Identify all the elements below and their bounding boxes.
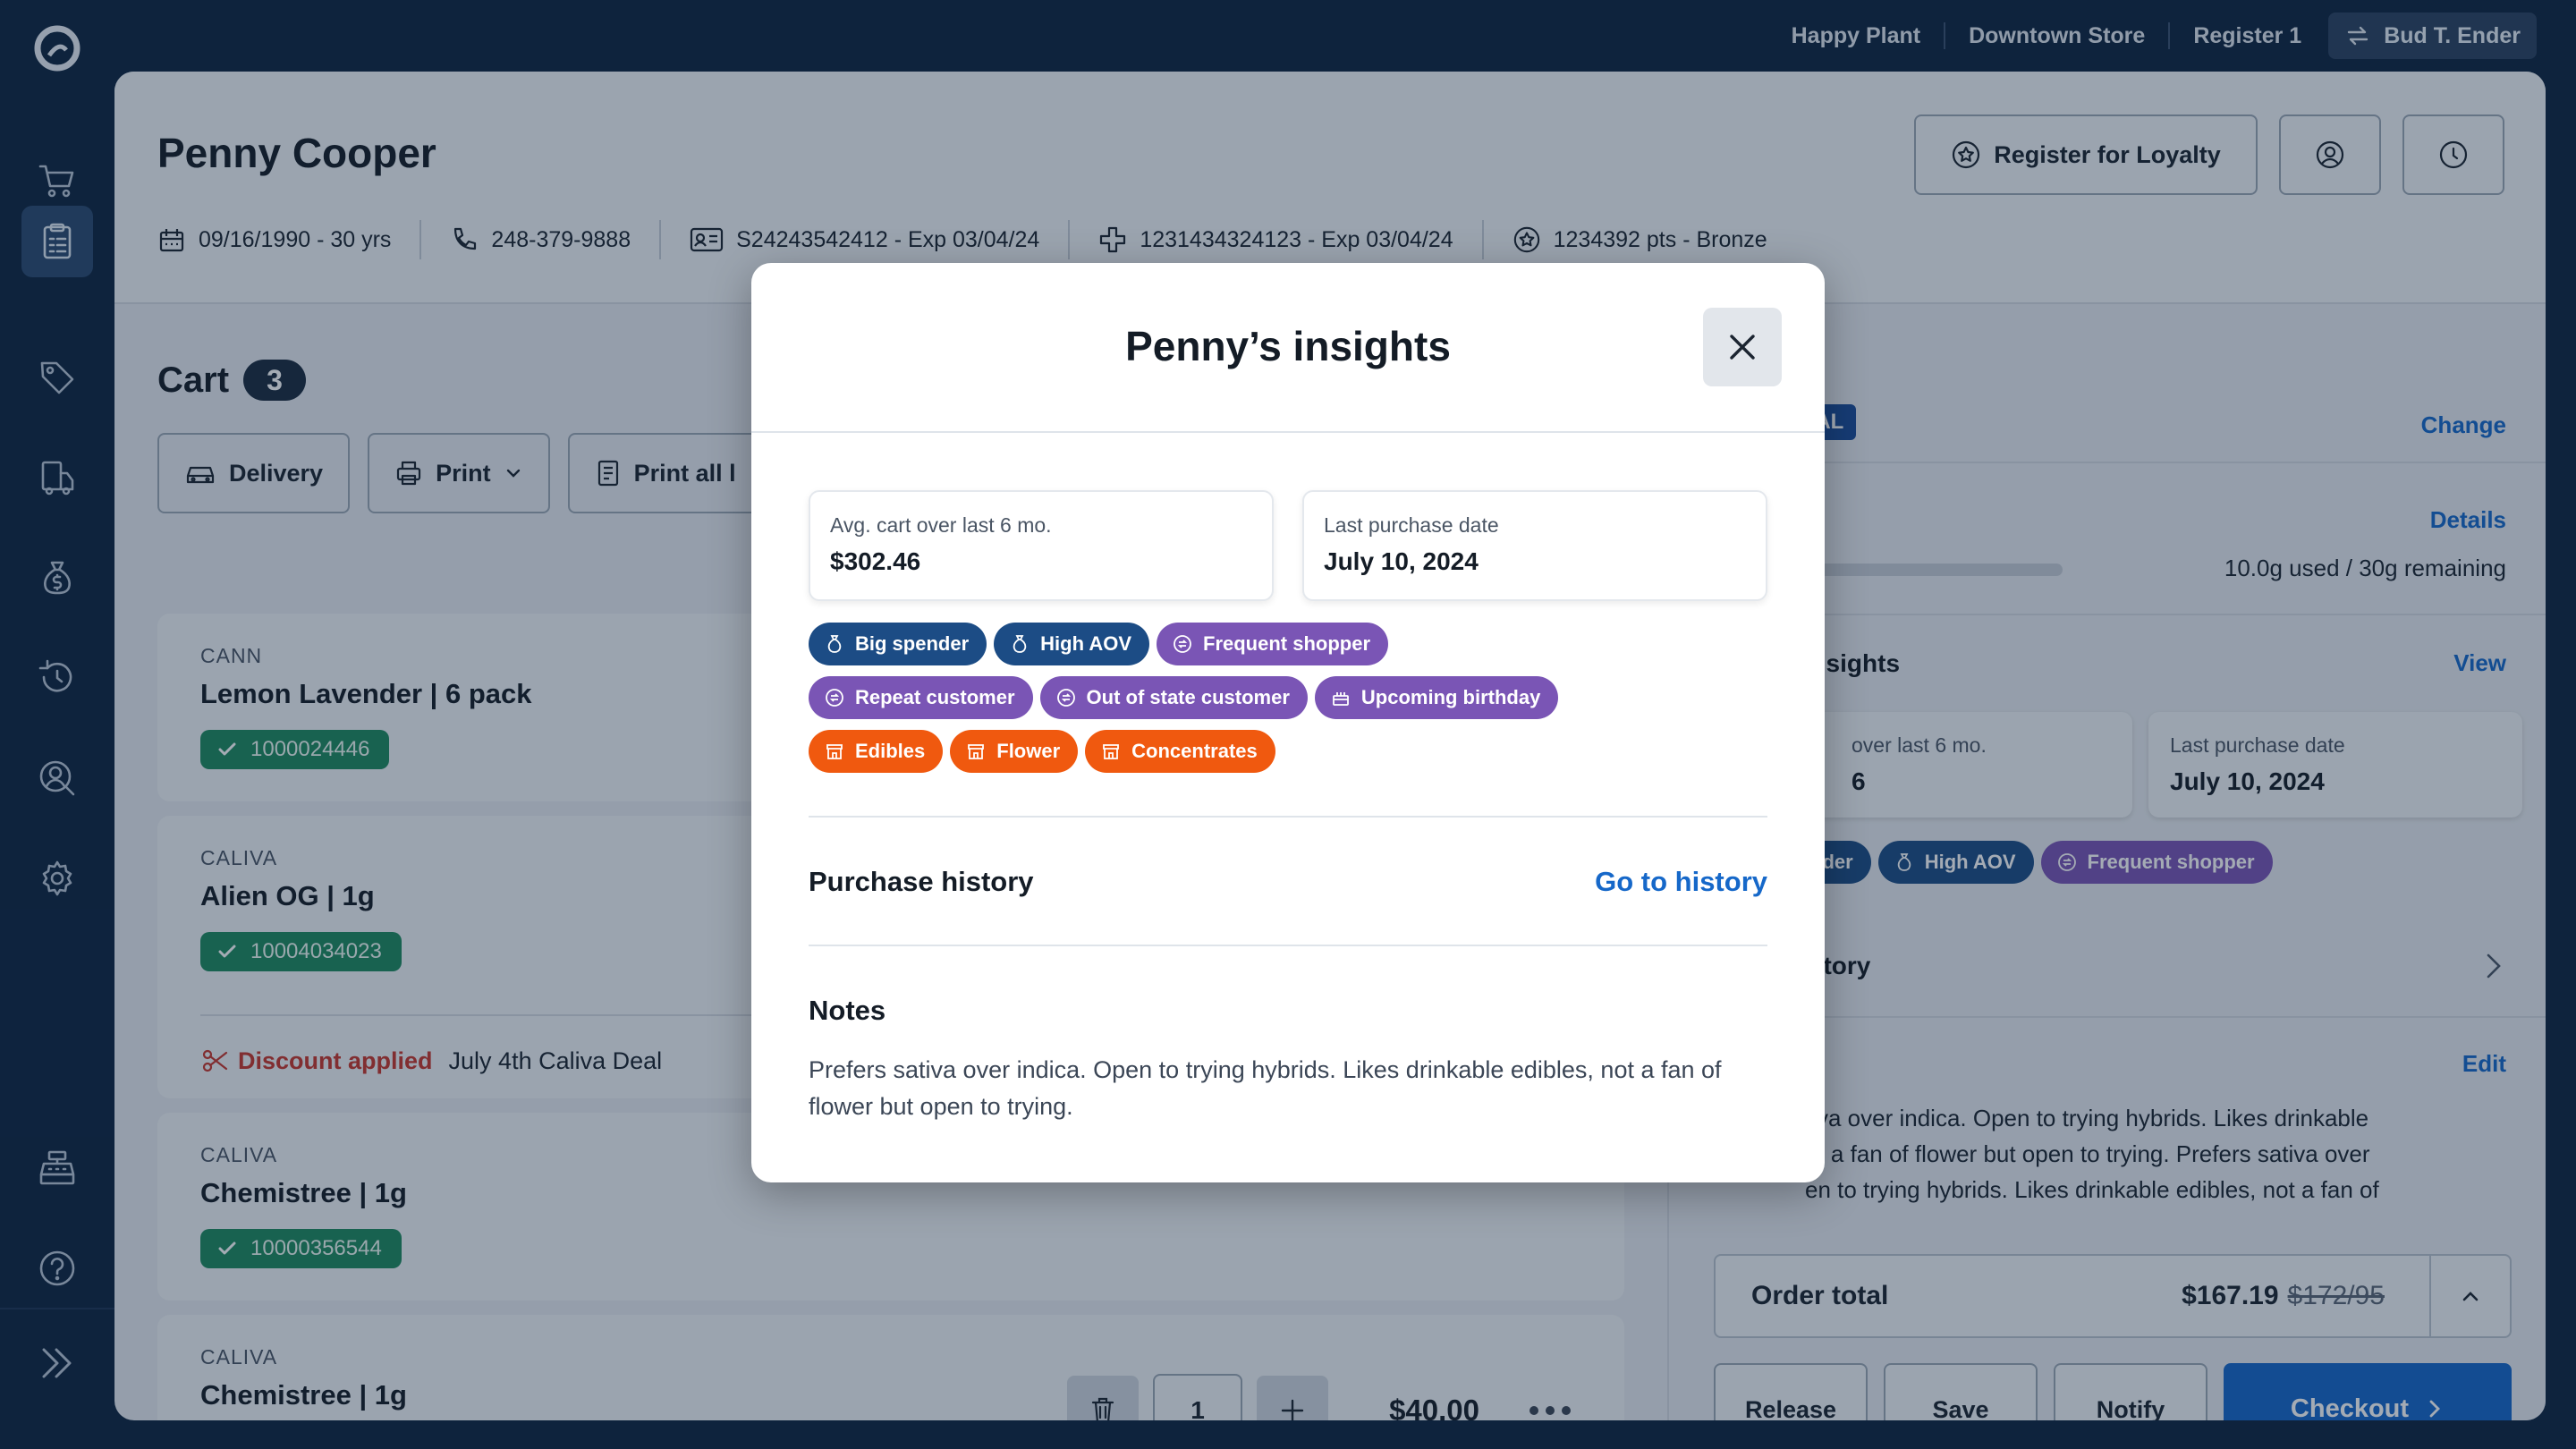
last-purchase-value: July 10, 2024 <box>1324 547 1479 575</box>
chip-row: Repeat customer Out of state customer Up… <box>809 676 1775 730</box>
modal-divider <box>809 945 1767 946</box>
insight-chip: Out of state customer <box>1039 676 1308 719</box>
insight-chip: Flower <box>950 730 1079 773</box>
chip-label: Edibles <box>855 740 926 762</box>
avg-cart-value: $302.46 <box>830 547 921 575</box>
notes-text: Prefers sativa over indica. Open to tryi… <box>809 1056 1722 1120</box>
chip-row: Big spender High AOV Frequent shopper <box>809 623 1775 676</box>
insight-chip: Upcoming birthday <box>1314 676 1559 719</box>
chip-row: Edibles Flower Concentrates <box>809 730 1775 784</box>
close-button[interactable] <box>1703 308 1782 386</box>
store-icon <box>968 744 985 759</box>
repeat-badge-icon <box>1174 635 1191 653</box>
chip-label: Concentrates <box>1131 740 1258 762</box>
cake-icon <box>1332 692 1349 706</box>
last-purchase-label: Last purchase date <box>1324 513 1499 537</box>
money-bag-icon <box>1013 635 1027 653</box>
repeat-badge-icon <box>826 689 843 707</box>
avg-cart-label: Avg. cart over last 6 mo. <box>830 513 1052 537</box>
insight-chip: Concentrates <box>1085 730 1275 773</box>
chip-label: Upcoming birthday <box>1360 686 1541 708</box>
store-icon <box>1103 744 1120 759</box>
money-bag-icon <box>827 635 842 653</box>
chip-label: High AOV <box>1040 632 1131 655</box>
insight-chip: Big spender <box>809 623 987 665</box>
purchase-history-title: Purchase history <box>809 866 1034 897</box>
chip-label: Out of state customer <box>1086 686 1290 708</box>
notes-title: Notes <box>809 995 886 1026</box>
insights-modal: Penny’s insights Avg. cart over last 6 m… <box>751 263 1825 1182</box>
modal-divider <box>809 816 1767 818</box>
chip-label: Frequent shopper <box>1203 632 1371 655</box>
close-icon <box>1724 329 1760 365</box>
repeat-badge-icon <box>1056 689 1075 707</box>
go-to-history-link[interactable]: Go to history <box>1595 866 1767 898</box>
insight-chips: Big spender High AOV Frequent shopper Re… <box>809 623 1775 784</box>
avg-cart-card: Avg. cart over last 6 mo. $302.46 <box>809 490 1274 601</box>
insight-chip: Edibles <box>809 730 944 773</box>
insight-chip: High AOV <box>994 623 1149 665</box>
chip-label: Big spender <box>855 632 970 655</box>
modal-title: Penny’s insights <box>1125 323 1451 369</box>
chip-label: Flower <box>996 740 1061 762</box>
insight-chip: Repeat customer <box>809 676 1033 719</box>
chip-label: Repeat customer <box>855 686 1015 708</box>
modal-header: Penny’s insights <box>751 263 1825 433</box>
insight-chip: Frequent shopper <box>1157 623 1389 665</box>
last-purchase-card: Last purchase date July 10, 2024 <box>1302 490 1767 601</box>
store-icon <box>826 744 843 759</box>
